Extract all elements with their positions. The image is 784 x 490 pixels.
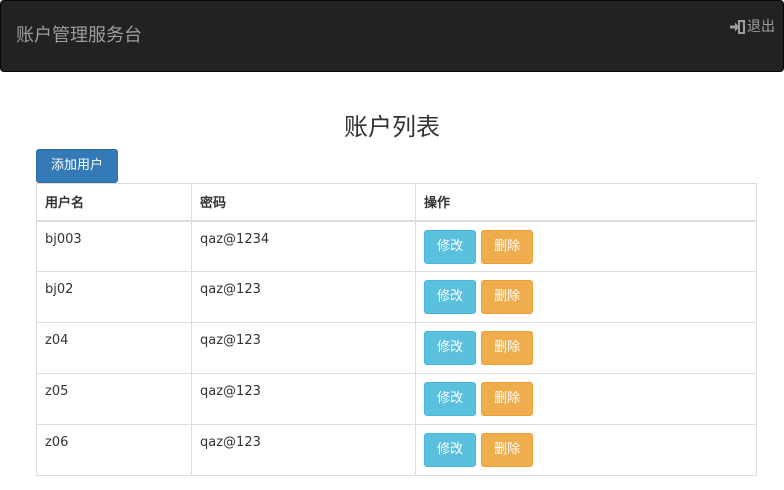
table-row: z06 qaz@123 修改 删除 bbox=[36, 424, 757, 476]
username-cell: z06 bbox=[36, 424, 192, 476]
actions-cell: 修改 删除 bbox=[415, 220, 757, 272]
password-cell: qaz@123 bbox=[191, 271, 416, 323]
table-row: z05 qaz@123 修改 删除 bbox=[36, 373, 757, 425]
logout-link[interactable]: 退出 bbox=[729, 18, 775, 36]
delete-button[interactable]: 删除 bbox=[481, 229, 534, 264]
password-cell: qaz@1234 bbox=[191, 220, 416, 272]
table-row: bj02 qaz@123 修改 删除 bbox=[36, 271, 757, 323]
delete-button[interactable]: 删除 bbox=[481, 433, 534, 467]
column-header-password: 密码 bbox=[191, 183, 416, 222]
page-title: 账户列表 bbox=[344, 113, 440, 141]
username-cell: bj003 bbox=[36, 220, 192, 272]
edit-button[interactable]: 修改 bbox=[424, 280, 477, 314]
username-cell: bj02 bbox=[36, 271, 192, 323]
edit-button[interactable]: 修改 bbox=[424, 229, 477, 264]
brand-title[interactable]: 账户管理服务台 bbox=[16, 25, 142, 47]
delete-button[interactable]: 删除 bbox=[481, 331, 534, 365]
column-header-actions: 操作 bbox=[415, 183, 757, 222]
column-header-username: 用户名 bbox=[36, 183, 192, 222]
navbar: 账户管理服务台 退出 bbox=[0, 0, 784, 72]
username-cell: z04 bbox=[36, 322, 192, 374]
table-header-row: 用户名 密码 操作 bbox=[36, 183, 757, 222]
password-cell: qaz@123 bbox=[191, 322, 416, 374]
edit-button[interactable]: 修改 bbox=[424, 382, 477, 416]
sign-out-icon bbox=[730, 20, 745, 34]
delete-button[interactable]: 删除 bbox=[481, 280, 534, 314]
username-cell: z05 bbox=[36, 373, 192, 425]
add-user-button[interactable]: 添加用户 bbox=[36, 149, 118, 183]
actions-cell: 修改 删除 bbox=[415, 271, 757, 323]
password-cell: qaz@123 bbox=[191, 373, 416, 425]
table-row: bj003 qaz@1234 修改 删除 bbox=[36, 220, 757, 272]
edit-button[interactable]: 修改 bbox=[424, 331, 477, 365]
accounts-table: 用户名 密码 操作 bj003 qaz@1234 修改 删除 bj02 qaz@… bbox=[36, 183, 757, 476]
logout-label: 退出 bbox=[747, 19, 775, 35]
actions-cell: 修改 删除 bbox=[415, 424, 757, 476]
delete-button[interactable]: 删除 bbox=[481, 382, 534, 416]
table-row: z04 qaz@123 修改 删除 bbox=[36, 322, 757, 374]
actions-cell: 修改 删除 bbox=[415, 373, 757, 425]
edit-button[interactable]: 修改 bbox=[424, 433, 477, 467]
actions-cell: 修改 删除 bbox=[415, 322, 757, 374]
password-cell: qaz@123 bbox=[191, 424, 416, 476]
